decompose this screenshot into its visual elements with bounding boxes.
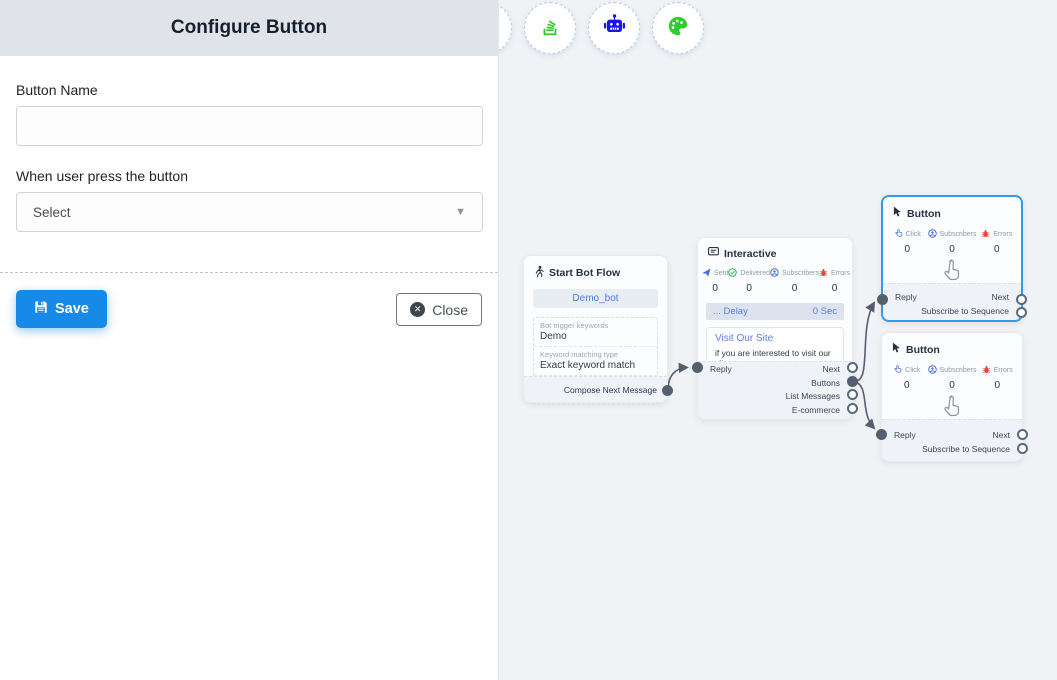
toolbar-circle-stack[interactable] [524,2,576,54]
interactive-node-title: Interactive [724,248,777,260]
close-button[interactable]: ✕ Close [396,293,482,326]
stat-errors: Errors 0 [976,229,1017,255]
button2-node-footer: Reply Next Subscribe to Sequence [882,419,1022,461]
button1-subscribe-port[interactable] [1016,307,1027,318]
cursor-icon [892,342,901,357]
stat-click: Click 0 [886,365,928,391]
button-name-input[interactable] [16,106,483,146]
message-title: Visit Our Site [715,333,835,344]
button1-node-footer: Reply Next Subscribe to Sequence [883,283,1021,320]
stack-icon [539,15,561,42]
subscribers-icon [928,365,937,376]
robot-icon [602,14,627,42]
port-label-next: Next [993,430,1010,440]
button1-next-port[interactable] [1016,294,1027,305]
start-node-header: Start Bot Flow [524,256,667,286]
press-action-select[interactable]: Select ▼ [16,192,483,232]
sent-icon [702,268,711,279]
flow-canvas[interactable]: Start Bot Flow Demo_bot Bot trigger keyw… [499,0,1057,680]
save-button[interactable]: Save [16,290,107,328]
bot-name-pill[interactable]: Demo_bot [533,289,658,308]
errors-bug-icon [981,229,990,240]
button2-next-port[interactable] [1017,429,1028,440]
hand-pointer-icon [882,395,1022,418]
port-label-next: Next [823,364,840,374]
toolbar-circle-bot[interactable] [588,2,640,54]
configure-button-panel: Configure Button Button Name When user p… [0,0,499,680]
stat-errors: Errors 0 [976,365,1018,391]
button1-node-header: Button [883,197,1021,226]
interactive-reply-port[interactable] [692,362,703,373]
errors-bug-icon [819,268,828,279]
button1-reply-port[interactable] [877,294,888,305]
field-matching-type: Keyword matching type Exact keyword matc… [534,347,657,376]
delay-bar[interactable]: ... Delay 0 Sec [706,303,844,320]
start-compose-port[interactable] [662,385,673,396]
interactive-stats: Sent 0 Delivered 0 Subscribers [698,265,852,294]
hand-pointer-icon [883,259,1021,282]
interactive-next-port[interactable] [847,362,858,373]
chat-window-icon [708,247,719,260]
button-node-2[interactable]: Button Click 0 Subscribers [881,332,1023,462]
close-icon: ✕ [410,302,425,317]
press-action-label: When user press the button [16,168,482,184]
button2-subscribe-port[interactable] [1017,443,1028,454]
delivered-check-icon [728,268,737,279]
port-label-reply: Reply [894,430,916,440]
port-label-subscribe: Subscribe to Sequence [921,306,1009,316]
button2-reply-port[interactable] [876,429,887,440]
panel-title: Configure Button [0,0,498,56]
interactive-node-header: Interactive [698,238,852,265]
stat-click: Click 0 [887,229,928,255]
chevron-down-icon: ▼ [455,206,466,218]
start-bot-flow-node[interactable]: Start Bot Flow Demo_bot Bot trigger keyw… [523,255,668,403]
interactive-ecommerce-port[interactable] [847,403,858,414]
select-value: Select [33,205,71,220]
stat-sent: Sent 0 [702,268,728,294]
port-label-next: Next [992,292,1009,302]
cursor-icon [893,206,902,221]
save-icon [34,300,48,318]
click-icon [894,229,903,240]
close-button-label: Close [432,302,468,318]
field-trigger-keywords: Bot trigger keywords Demo [534,318,657,347]
subscribers-icon [770,268,779,279]
interactive-buttons-port[interactable] [847,376,858,387]
stat-subscribers: Subscribers 0 [928,365,977,391]
delay-label: ... Delay [713,306,748,317]
port-label-list-messages: List Messages [786,391,840,401]
click-icon [893,365,902,376]
save-button-label: Save [55,301,89,317]
port-label-reply: Reply [710,364,732,374]
subscribers-icon [928,229,937,240]
runner-icon [534,265,544,281]
button-name-label: Button Name [16,82,482,98]
compose-next-message-label: Compose Next Message [524,376,667,402]
port-label-subscribe: Subscribe to Sequence [922,444,1010,454]
button2-node-title: Button [906,344,940,356]
errors-bug-icon [982,365,991,376]
toolbar-circle-hidden[interactable] [499,2,512,54]
button-node-1[interactable]: Button Click 0 Subscribers [881,195,1023,322]
button2-stats: Click 0 Subscribers 0 Errors [882,362,1022,391]
start-node-title: Start Bot Flow [549,267,620,279]
interactive-list-messages-port[interactable] [847,389,858,400]
port-label-ecommerce: E-commerce [792,405,840,415]
button1-node-title: Button [907,208,941,220]
interactive-node-footer: Reply Next Buttons List Messages E-comme… [698,361,852,419]
delay-value: 0 Sec [813,306,837,317]
button2-node-header: Button [882,333,1022,362]
port-label-buttons: Buttons [811,378,840,388]
stat-delivered: Delivered 0 [728,268,770,294]
stat-subscribers: Subscribers 0 [928,229,977,255]
stat-subscribers: Subscribers 0 [770,268,819,294]
palette-icon [667,15,689,42]
button1-stats: Click 0 Subscribers 0 Errors [883,226,1021,255]
port-label-reply: Reply [895,292,917,302]
stat-errors: Errors 0 [819,268,850,294]
interactive-node[interactable]: Interactive Sent 0 Delivered [697,237,853,420]
toolbar-circle-palette[interactable] [652,2,704,54]
